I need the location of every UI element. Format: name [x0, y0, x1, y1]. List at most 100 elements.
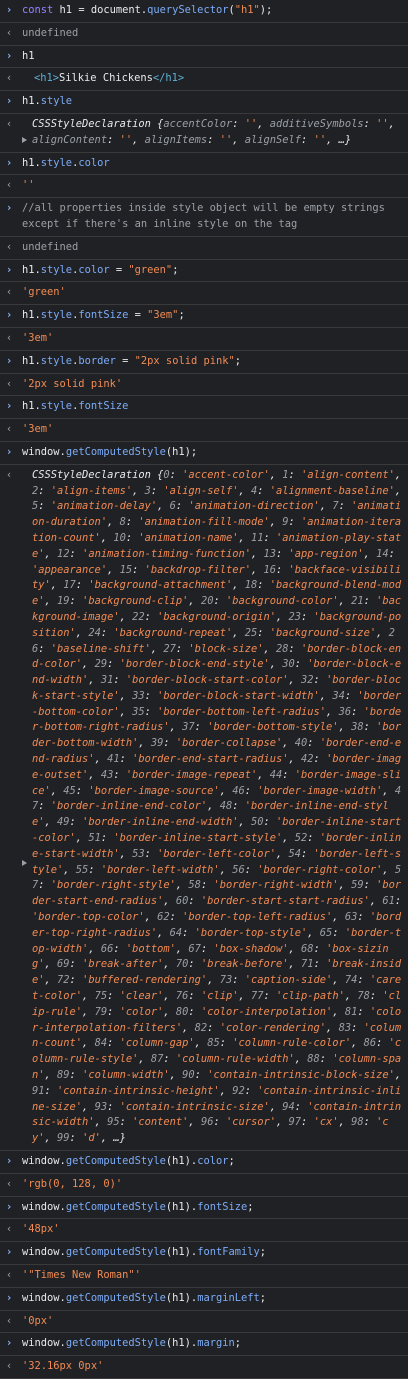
input-code[interactable]: h1: [22, 49, 402, 65]
console-output-entry: ‹ '0px': [0, 1311, 408, 1334]
code-token: getComputedStyle: [65, 1291, 166, 1304]
input-code[interactable]: h1.style.fontSize: [22, 399, 402, 415]
code-token: window: [22, 1291, 60, 1304]
object-preview[interactable]: CSSStyleDeclaration {accentColor: '', ad…: [22, 117, 402, 149]
object-key: 16: [263, 563, 277, 576]
object-key: 72: [57, 974, 70, 987]
object-key: 76: [175, 990, 189, 1003]
object-key: 62: [157, 911, 170, 924]
return-arrow-icon: ‹: [6, 468, 13, 481]
code-token: fontFamily: [197, 1246, 260, 1259]
object-value: 'accent-color': [182, 468, 270, 481]
prompt-chevron-icon: ›: [6, 1155, 13, 1167]
input-code[interactable]: window.getComputedStyle(h1).color;: [22, 1154, 402, 1170]
object-key: 30: [282, 658, 295, 671]
object-key: 50: [250, 816, 264, 829]
console-output-entry: ‹ 'green': [0, 282, 408, 306]
prompt-chevron-icon: ›: [6, 1291, 13, 1304]
expand-triangle-icon[interactable]: [22, 859, 27, 866]
code-token: (h1).: [165, 1291, 198, 1304]
object-value: 'border-image-repeat': [125, 768, 258, 781]
input-code[interactable]: h1.style.fontSize = "3em";: [22, 308, 402, 324]
object-value: '': [376, 117, 389, 130]
object-key: 68: [301, 942, 314, 955]
input-code[interactable]: window.getComputedStyle(h1).fontSize;: [22, 1200, 402, 1216]
code-token: window: [22, 1200, 60, 1213]
object-key: 55: [75, 863, 89, 876]
object-key: 20: [200, 595, 214, 608]
object-value: 'app-region': [288, 547, 364, 560]
input-code[interactable]: window.getComputedStyle(h1).marginLeft;: [22, 1291, 402, 1307]
object-value: 'content': [132, 1116, 189, 1129]
object-key: 60: [175, 895, 189, 908]
code-token: color: [197, 1155, 229, 1167]
expand-triangle-icon[interactable]: [22, 136, 27, 143]
output-value: '2px solid pink': [22, 377, 123, 390]
object-value: 'alignment-baseline': [269, 484, 395, 497]
console-input-entry: › //all properties inside style object wi…: [0, 198, 408, 237]
object-value: 'border-right-color': [257, 863, 383, 876]
code-token: fontSize: [78, 309, 129, 322]
console-input-entry: › h1.style.color: [0, 153, 408, 176]
code-token: (h1).: [165, 1337, 198, 1350]
object-value: '': [244, 117, 258, 130]
console-output-entry: ‹ '': [0, 175, 408, 199]
object-value: 'border-inline-end-width': [82, 816, 239, 829]
code-token: getComputedStyle: [65, 1200, 166, 1213]
object-key: 4: [251, 484, 258, 497]
object-value: 'animation-delay': [50, 500, 158, 513]
input-code[interactable]: window.getComputedStyle(h1);: [22, 445, 402, 461]
object-value: 'clip-path': [276, 990, 345, 1003]
object-value: 'contain-intrinsic-size': [119, 1100, 270, 1113]
object-preview[interactable]: CSSStyleDeclaration {0: 'accent-color', …: [22, 468, 402, 1147]
code-token: h1: [22, 354, 35, 367]
prompt-chevron-icon: ›: [6, 354, 13, 367]
object-value: 'background-size': [269, 626, 377, 639]
code-token: getComputedStyle: [65, 1246, 166, 1259]
object-key: alignSelf: [244, 133, 302, 146]
console-input-entry: › h1.style.color = "green";: [0, 260, 408, 283]
input-code[interactable]: h1.style.color = "green";: [22, 263, 402, 279]
object-key: 40: [294, 737, 308, 750]
object-value: 'contain-intrinsic-block-size': [207, 1069, 395, 1082]
output-value: undefined: [22, 240, 79, 253]
code-token: border: [78, 354, 116, 367]
object-value: 'align-content': [301, 468, 395, 481]
object-value: 'appearance': [32, 563, 108, 576]
console-input-entry: › window.getComputedStyle(h1).fontSize;: [0, 1197, 408, 1220]
input-code[interactable]: h1.style.color: [22, 156, 402, 172]
dom-node-output[interactable]: <h1>Silkie Chickens</h1>: [22, 71, 402, 87]
prompt-chevron-icon: ›: [6, 1246, 13, 1259]
object-value: 'column-rule-color': [232, 1037, 352, 1050]
input-code[interactable]: window.getComputedStyle(h1).fontFamily;: [22, 1245, 402, 1261]
tag-open: <h1>: [34, 72, 60, 85]
console-input-entry: › h1.style: [0, 91, 408, 114]
code-token: window: [22, 1155, 60, 1167]
prompt-chevron-icon: ›: [6, 49, 13, 62]
code-token: ;: [234, 1337, 241, 1350]
object-key: 39: [150, 737, 164, 750]
input-comment[interactable]: //all properties inside style object wil…: [22, 201, 402, 233]
output-value: '': [22, 179, 35, 192]
object-key: 33: [132, 689, 145, 702]
input-code[interactable]: window.getComputedStyle(h1).margin;: [22, 1336, 402, 1352]
object-key: 25: [244, 626, 258, 639]
code-token: ;: [259, 1246, 267, 1259]
object-key: 73: [219, 974, 233, 987]
input-code[interactable]: h1.style.border = "2px solid pink";: [22, 354, 402, 370]
object-value: 'animation-timing-function': [82, 547, 251, 560]
object-key: 80: [175, 1005, 189, 1018]
console-input-entry: › const h1 = document.querySelector("h1")…: [0, 0, 408, 23]
input-code[interactable]: const h1 = document.querySelector("h1");: [22, 3, 402, 19]
object-key: 21: [351, 595, 364, 608]
object-value: 'color': [119, 1005, 164, 1018]
object-value: 'clear': [119, 990, 164, 1003]
object-value: 'animation-name': [138, 531, 239, 544]
object-value: 'background-repeat': [113, 626, 233, 639]
object-key: 38: [351, 721, 364, 734]
return-arrow-icon: ‹: [6, 377, 13, 390]
input-code[interactable]: h1.style: [22, 94, 402, 110]
object-key: 85: [207, 1037, 220, 1050]
object-value: 'border-left-width': [100, 863, 220, 876]
output-value: 'green': [22, 286, 66, 299]
